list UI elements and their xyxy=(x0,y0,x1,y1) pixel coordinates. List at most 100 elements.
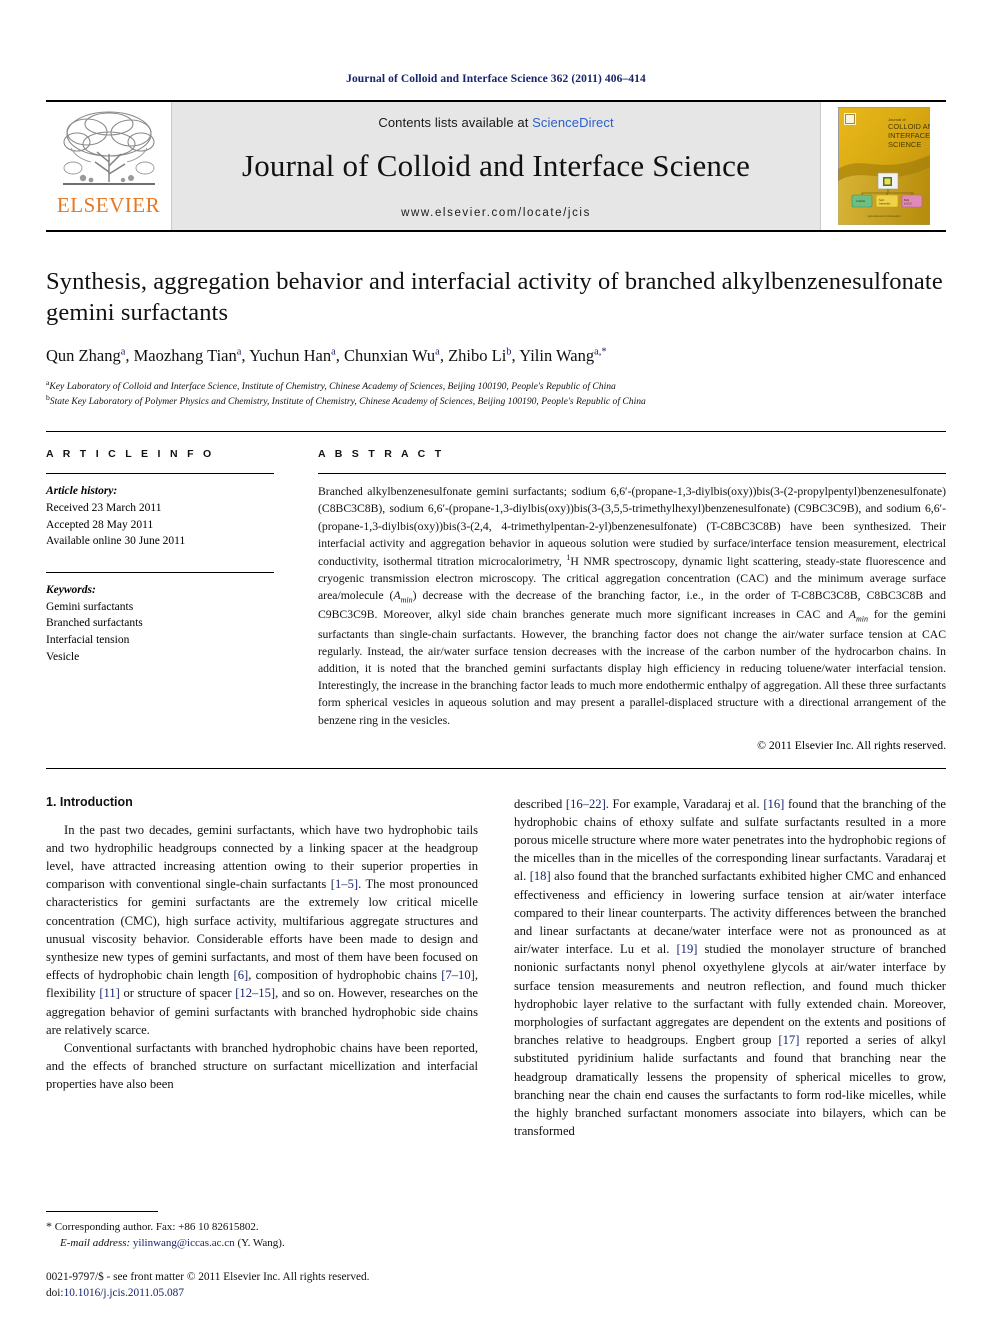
running-head: Journal of Colloid and Interface Science… xyxy=(346,73,646,85)
amin-subscript: min xyxy=(400,595,413,605)
email-suffix: (Y. Wang). xyxy=(237,1237,285,1249)
svg-text:Assembly: Assembly xyxy=(879,201,891,205)
page-title: Synthesis, aggregation behavior and inte… xyxy=(46,267,943,326)
article-history-list: Received 23 March 2011 Accepted 28 May 20… xyxy=(46,500,274,550)
svg-text:SCIENCE: SCIENCE xyxy=(888,140,921,149)
sciencedirect-link[interactable]: ScienceDirect xyxy=(532,115,614,130)
email-line: E-mail address: yilinwang@iccas.ac.cn (Y… xyxy=(46,1236,461,1252)
author-affiliation-marker: a,* xyxy=(594,346,607,358)
citation-link[interactable]: [12–15] xyxy=(235,986,275,1000)
svg-text:& ACS: & ACS xyxy=(904,201,912,205)
keywords-divider xyxy=(46,571,274,573)
svg-text:Colloids: Colloids xyxy=(856,199,866,203)
elsevier-tree-icon xyxy=(57,108,161,194)
keyword-item: Branched surfactants xyxy=(46,617,143,630)
author-name: Yuchun Han xyxy=(249,346,332,366)
abstract-divider xyxy=(318,473,946,475)
footnote-rule xyxy=(46,1211,158,1213)
affiliation-line: aKey Laboratory of Colloid and Interface… xyxy=(46,378,946,394)
abstract-bottom-rule xyxy=(46,767,946,769)
nmr-superscript: 1 xyxy=(566,553,571,563)
keywords-list: Gemini surfactants Branched surfactants In… xyxy=(46,599,274,666)
citation-link[interactable]: [16–22] xyxy=(566,797,606,811)
imprint-block: 0021-9797/$ - see front matter © 2011 El… xyxy=(46,1269,461,1301)
abstract-column: A B S T R A C T Branched alkylbenzenesul… xyxy=(294,432,946,752)
citation-link[interactable]: [7–10] xyxy=(441,968,475,982)
keyword-item: Interfacial tension xyxy=(46,633,130,646)
body-column-right: described [16–22]. For example, Varadara… xyxy=(514,795,946,1141)
email-label: E-mail address: xyxy=(60,1237,131,1249)
abstract-copyright: © 2011 Elsevier Inc. All rights reserved… xyxy=(757,738,946,752)
article-page: Journal of Colloid and Interface Science… xyxy=(0,0,992,1323)
author-name: Yilin Wang xyxy=(519,346,595,366)
amin-subscript: min xyxy=(856,614,869,624)
contents-prefix: Contents lists available at xyxy=(378,114,533,130)
corresponding-author-line: * Corresponding author. Fax: +86 10 8261… xyxy=(46,1218,461,1236)
corresponding-author-text: Corresponding author. Fax: +86 10 826158… xyxy=(54,1221,259,1234)
author-name: Chunxian Wu xyxy=(344,346,436,366)
body-columns: 1. Introduction In the past two decades,… xyxy=(46,795,946,1141)
introduction-heading: 1. Introduction xyxy=(46,794,133,809)
author-list: Qun Zhanga, Maozhang Tiana, Yuchun Hana,… xyxy=(46,346,607,366)
citation-link[interactable]: [1–5] xyxy=(331,877,358,891)
article-history-label: Article history: xyxy=(46,485,118,498)
amin-symbol: A xyxy=(848,608,857,622)
author-affiliation-marker: b xyxy=(506,346,512,358)
introduction-right-text: described [16–22]. For example, Varadara… xyxy=(514,795,946,1141)
info-divider xyxy=(46,473,274,475)
body-column-left: 1. Introduction In the past two decades,… xyxy=(46,795,478,1141)
citation-link[interactable]: [18] xyxy=(530,869,551,883)
citation-link[interactable]: [19] xyxy=(676,942,697,956)
corresponding-marker: * xyxy=(46,1219,52,1234)
author-affiliation-marker: a xyxy=(331,346,336,358)
body-paragraph: Conventional surfactants with branched h… xyxy=(46,1040,478,1092)
keywords-block: Keywords: Gemini surfactants Branched sur… xyxy=(46,571,274,666)
citation-link[interactable]: [17] xyxy=(778,1033,799,1047)
keywords-label: Keywords: xyxy=(46,583,96,596)
masthead-bottom-rule xyxy=(46,229,946,232)
abstract-text: Branched alkylbenzenesulfonate gemini su… xyxy=(318,485,946,727)
introduction-left-text: In the past two decades, gemini surfacta… xyxy=(46,821,478,1094)
author-name: Maozhang Tian xyxy=(133,346,237,366)
footnote-block: * Corresponding author. Fax: +86 10 8261… xyxy=(46,1211,461,1301)
journal-masthead: ELSEVIER Contents lists available at Sci… xyxy=(46,99,946,230)
doi-link[interactable]: 10.1016/j.jcis.2011.05.087 xyxy=(64,1287,184,1299)
info-abstract-section: A R T I C L E I N F O Article history: R… xyxy=(46,431,946,752)
author-name: Zhibo Li xyxy=(448,346,507,366)
author-name: Qun Zhang xyxy=(46,346,121,366)
keyword-item: Vesicle xyxy=(46,650,80,663)
affiliation-text: State Key Laboratory of Polymer Physics … xyxy=(49,396,646,408)
affiliation-text: Key Laboratory of Colloid and Interface … xyxy=(49,380,616,392)
body-paragraph: In the past two decades, gemini surfacta… xyxy=(46,822,478,1037)
elsevier-wordmark: ELSEVIER xyxy=(56,192,161,217)
title-block: Synthesis, aggregation behavior and inte… xyxy=(46,266,946,410)
body-paragraph: described [16–22]. For example, Varadara… xyxy=(514,796,946,1139)
keyword-item: Gemini surfactants xyxy=(46,600,134,613)
citation-link[interactable]: [11] xyxy=(99,986,120,1000)
email-link[interactable]: yilinwang@iccas.ac.cn xyxy=(133,1237,235,1249)
article-history-item: Accepted 28 May 2011 xyxy=(46,518,154,531)
contents-lists-line: Contents lists available at ScienceDirec… xyxy=(378,115,613,130)
svg-text:COLLOID AND: COLLOID AND xyxy=(888,122,930,131)
citation-link[interactable]: [16] xyxy=(763,797,784,811)
article-history-item: Available online 30 June 2011 xyxy=(46,535,186,548)
author-affiliation-marker: a xyxy=(435,346,440,358)
svg-text:INTERFACE: INTERFACE xyxy=(888,131,930,140)
author-affiliation-marker: a xyxy=(236,346,242,358)
amin-symbol: A xyxy=(393,589,401,603)
journal-cover-thumbnail: Journal of COLLOID AND INTERFACE SCIENCE… xyxy=(820,101,946,230)
affiliation-list: aKey Laboratory of Colloid and Interface… xyxy=(46,378,946,410)
journal-homepage-url[interactable]: www.elsevier.com/locate/jcis xyxy=(401,207,591,219)
svg-text:Bulk: Bulk xyxy=(904,198,910,202)
svg-text:Self-: Self- xyxy=(879,198,884,202)
author-affiliation-marker: a xyxy=(120,346,126,358)
article-info-heading: A R T I C L E I N F O xyxy=(46,448,215,461)
affiliation-line: bState Key Laboratory of Polymer Physics… xyxy=(46,393,946,409)
doi-line: doi:10.1016/j.jcis.2011.05.087 xyxy=(46,1285,461,1301)
abstract-heading: A B S T R A C T xyxy=(318,448,445,461)
citation-link[interactable]: [6] xyxy=(234,968,249,982)
article-history-item: Received 23 March 2011 xyxy=(46,501,162,514)
article-info-column: A R T I C L E I N F O Article history: R… xyxy=(46,432,294,751)
masthead-center: Contents lists available at ScienceDirec… xyxy=(172,101,820,230)
journal-title: Journal of Colloid and Interface Science xyxy=(241,147,751,183)
